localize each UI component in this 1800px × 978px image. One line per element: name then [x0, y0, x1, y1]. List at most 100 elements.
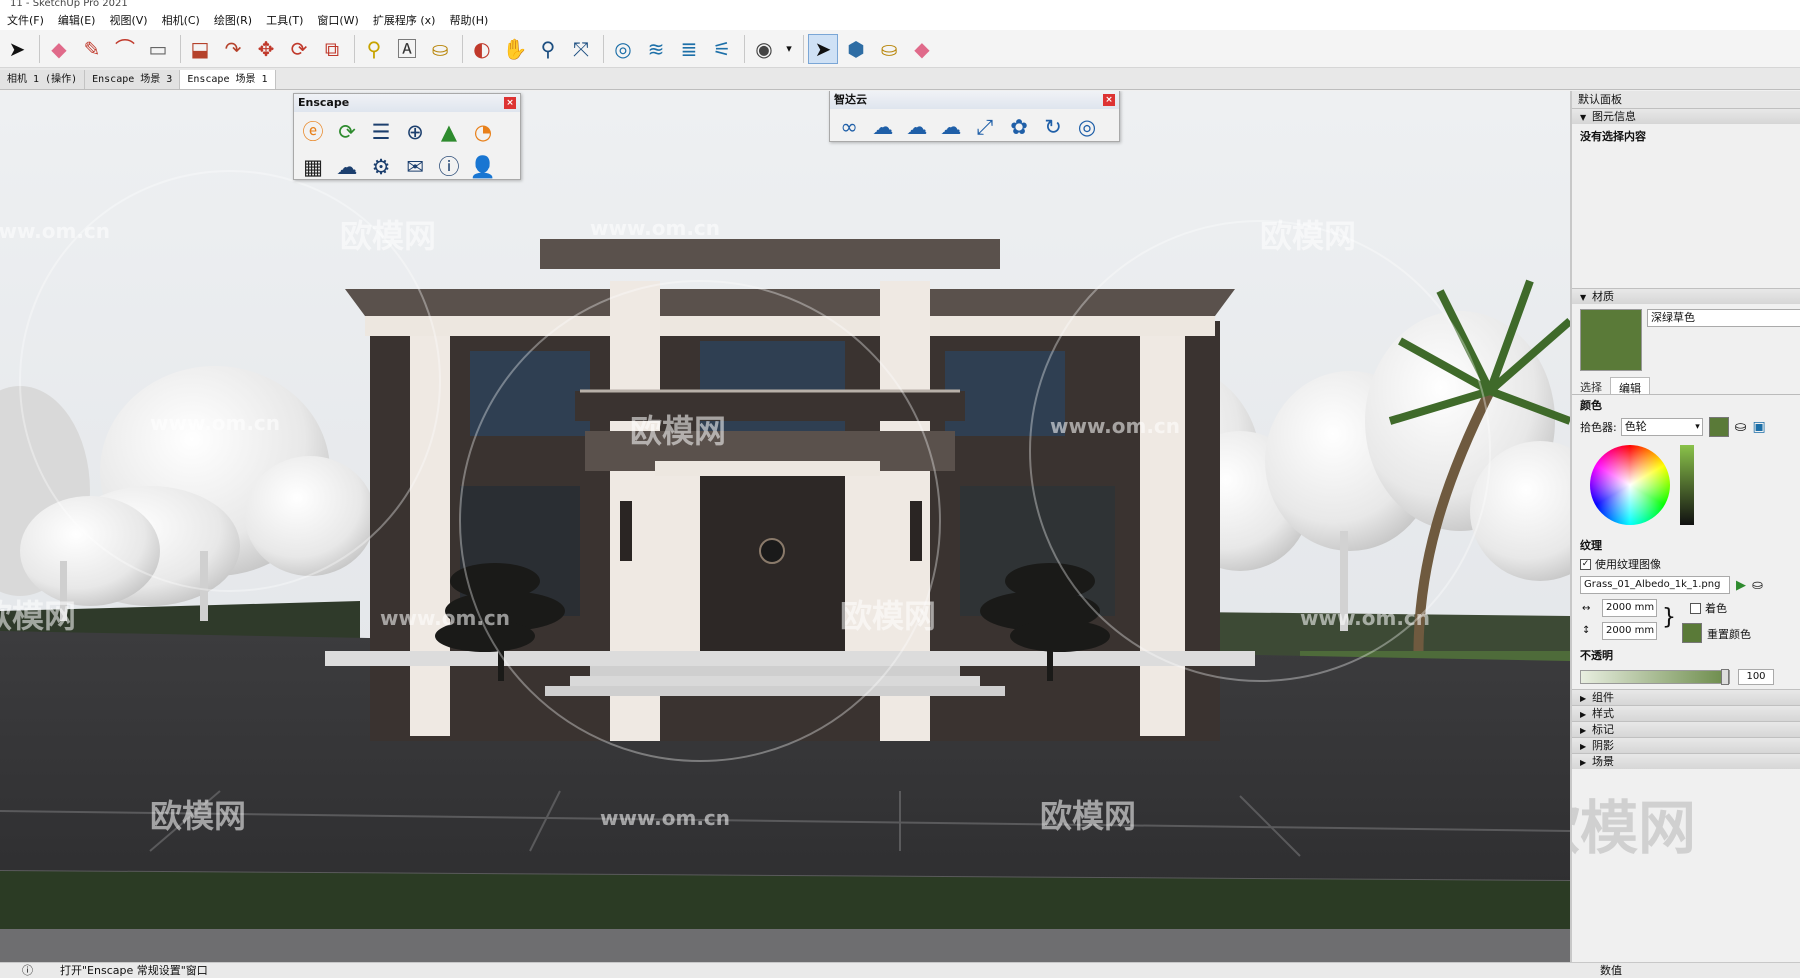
menu-edit[interactable]: 编辑(E) [51, 12, 103, 28]
menu-extensions[interactable]: 扩展程序 (x) [366, 12, 443, 28]
material-swatch[interactable] [1580, 309, 1642, 371]
menu-draw[interactable]: 绘图(R) [207, 12, 259, 28]
current-color-swatch[interactable] [1708, 417, 1729, 437]
account-icon[interactable]: ◉ [749, 34, 779, 64]
account-icon[interactable]: 👤 [468, 153, 498, 183]
menu-help[interactable]: 帮助(H) [442, 12, 495, 28]
texture-file-field[interactable]: Grass_01_Albedo_1k_1.png [1580, 576, 1730, 594]
cloud-search-icon[interactable]: ☁ [868, 112, 898, 142]
opacity-slider-thumb[interactable] [1721, 669, 1729, 685]
color-wheel[interactable] [1590, 445, 1670, 525]
eraser-icon[interactable]: ◆ [44, 34, 74, 64]
cloud-link-icon[interactable]: ∞ [834, 112, 864, 142]
browse-folder-icon[interactable]: ▶ [1736, 578, 1746, 593]
text-icon[interactable]: 🄰 [392, 34, 422, 64]
views-icon[interactable]: ☰ [366, 117, 396, 147]
zoom-extents-icon[interactable]: ⤧ [566, 34, 596, 64]
tab-enscape-scene-3[interactable]: Enscape 场景 3 [85, 70, 181, 89]
sync-icon[interactable]: ⟳ [332, 117, 362, 147]
link-aspect-icon[interactable]: } [1662, 605, 1676, 630]
material-icon[interactable]: ▦ [298, 152, 328, 182]
menu-window[interactable]: 窗口(W) [310, 12, 365, 28]
eraser-small-icon[interactable]: ◆ [907, 34, 937, 64]
upload-icon[interactable]: ☁ [332, 152, 362, 182]
opacity-label: 不透明 [1580, 649, 1613, 662]
screen-sample-icon[interactable]: ▣ [1752, 419, 1765, 435]
styles-header[interactable]: ▶ 样式 [1572, 705, 1800, 721]
scale-icon[interactable]: ⧉ [317, 34, 347, 64]
cloud-sync-icon[interactable]: ☁ [902, 112, 932, 142]
component-icon[interactable]: ⬢ [841, 34, 871, 64]
model-viewport[interactable]: 欧模网 www.om.cn 欧模网 www.om.cn www.om.cn 欧模… [0, 91, 1570, 962]
enscape-panel-header[interactable]: Enscape × [294, 94, 520, 112]
tape-measure-icon[interactable]: ⚲ [359, 34, 389, 64]
close-icon[interactable]: × [504, 97, 516, 109]
menu-view[interactable]: 视图(V) [102, 12, 154, 28]
title-bar: 11 - SketchUp Pro 2021 [0, 0, 1800, 10]
brand-icon[interactable]: ◎ [1072, 112, 1102, 142]
opacity-value-field[interactable]: 100 [1738, 669, 1774, 685]
shape-icon[interactable]: ▭ [143, 34, 173, 64]
tab-edit[interactable]: 编辑 [1610, 377, 1650, 395]
expand-icon[interactable]: ⤢ [970, 113, 1000, 143]
brightness-slider[interactable] [1680, 445, 1694, 525]
paint-icon[interactable]: ⛀ [874, 34, 904, 64]
layers-icon[interactable]: ≣ [674, 34, 704, 64]
menu-file[interactable]: 文件(F) [0, 12, 51, 28]
arc-icon[interactable]: ⌒ [110, 34, 140, 64]
components-header[interactable]: ▶ 组件 [1572, 689, 1800, 705]
move-icon[interactable]: ✥ [251, 34, 281, 64]
info-icon[interactable]: ⓘ [22, 963, 33, 978]
house-scene [0, 91, 1570, 962]
molecule-icon[interactable]: ✿ [1004, 112, 1034, 142]
feedback-icon[interactable]: ✉ [400, 152, 430, 182]
paint-bucket-icon[interactable]: ⛀ [425, 34, 455, 64]
add-icon[interactable]: ⊕ [400, 117, 430, 147]
tab-enscape-scene-1[interactable]: Enscape 场景 1 [180, 70, 276, 89]
pencil-icon[interactable]: ✎ [77, 34, 107, 64]
info-icon[interactable]: ⓘ [434, 151, 464, 181]
scenes-header[interactable]: ▶ 场景 [1572, 753, 1800, 769]
zoom-icon[interactable]: ⚲ [533, 34, 563, 64]
check-cycle-icon[interactable]: ↻ [1038, 112, 1068, 142]
cloud-list-icon[interactable]: ☁ [936, 112, 966, 142]
menu-tools[interactable]: 工具(T) [259, 12, 310, 28]
materials-header[interactable]: ▼ 材质 [1572, 288, 1800, 304]
shadows-header[interactable]: ▶ 阴影 [1572, 737, 1800, 753]
follow-me-icon[interactable]: ↷ [218, 34, 248, 64]
select-arrow-icon[interactable]: ➤ [808, 33, 838, 64]
zhidayun-panel-header[interactable]: 智达云 × [830, 91, 1119, 109]
tags-header[interactable]: ▶ 标记 [1572, 721, 1800, 737]
reset-color-swatch[interactable] [1682, 623, 1702, 643]
use-texture-checkbox[interactable]: ✓ [1580, 558, 1591, 570]
asset-tree-icon[interactable]: ▲ [434, 117, 464, 147]
width-icon: ↔ [1582, 603, 1591, 614]
picker-select[interactable]: 色轮 ▾ [1620, 418, 1703, 436]
opacity-slider[interactable] [1580, 669, 1730, 685]
zhidayun-toolbar-panel: 智达云 × ∞ ☁ ☁ ☁ ⤢ ✿ ↻ ◎ [829, 91, 1120, 142]
close-icon[interactable]: × [1103, 94, 1115, 106]
warehouse-icon[interactable]: ◎ [608, 34, 638, 64]
pan-icon[interactable]: ✋ [500, 34, 530, 64]
tab-camera-1[interactable]: 相机 1 (操作) [0, 70, 86, 89]
menu-camera[interactable]: 相机(C) [155, 12, 207, 28]
tab-select[interactable]: 选择 [1572, 377, 1610, 394]
settings-icon[interactable]: ⚙ [366, 152, 396, 182]
sample-paint-icon[interactable]: ⛀ [1735, 419, 1747, 435]
rotate-icon[interactable]: ⟳ [284, 34, 314, 64]
push-pull-icon[interactable]: ⬓ [185, 34, 215, 64]
texture-width-field[interactable]: 2000 mm [1602, 599, 1657, 617]
edit-texture-icon[interactable]: ⛀ [1752, 578, 1763, 593]
material-name-field[interactable]: 深绿草色 [1647, 309, 1800, 327]
sun-icon[interactable]: ◔ [468, 117, 498, 147]
colorize-checkbox[interactable] [1690, 603, 1701, 614]
entity-info-header[interactable]: ▼ 图元信息 [1572, 108, 1800, 124]
chevron-down-icon[interactable]: ▾ [782, 34, 796, 64]
extension-manager-icon[interactable]: ⚟ [707, 34, 737, 64]
orbit-icon[interactable]: ◐ [467, 34, 497, 64]
texture-height-field[interactable]: 2000 mm [1602, 622, 1657, 640]
reset-color-label[interactable]: 重置颜色 [1707, 626, 1751, 642]
select-tool-icon[interactable]: ➤ [2, 34, 32, 64]
enscape-start-icon[interactable]: ⓔ [298, 116, 328, 146]
extension-warehouse-icon[interactable]: ≋ [641, 34, 671, 64]
